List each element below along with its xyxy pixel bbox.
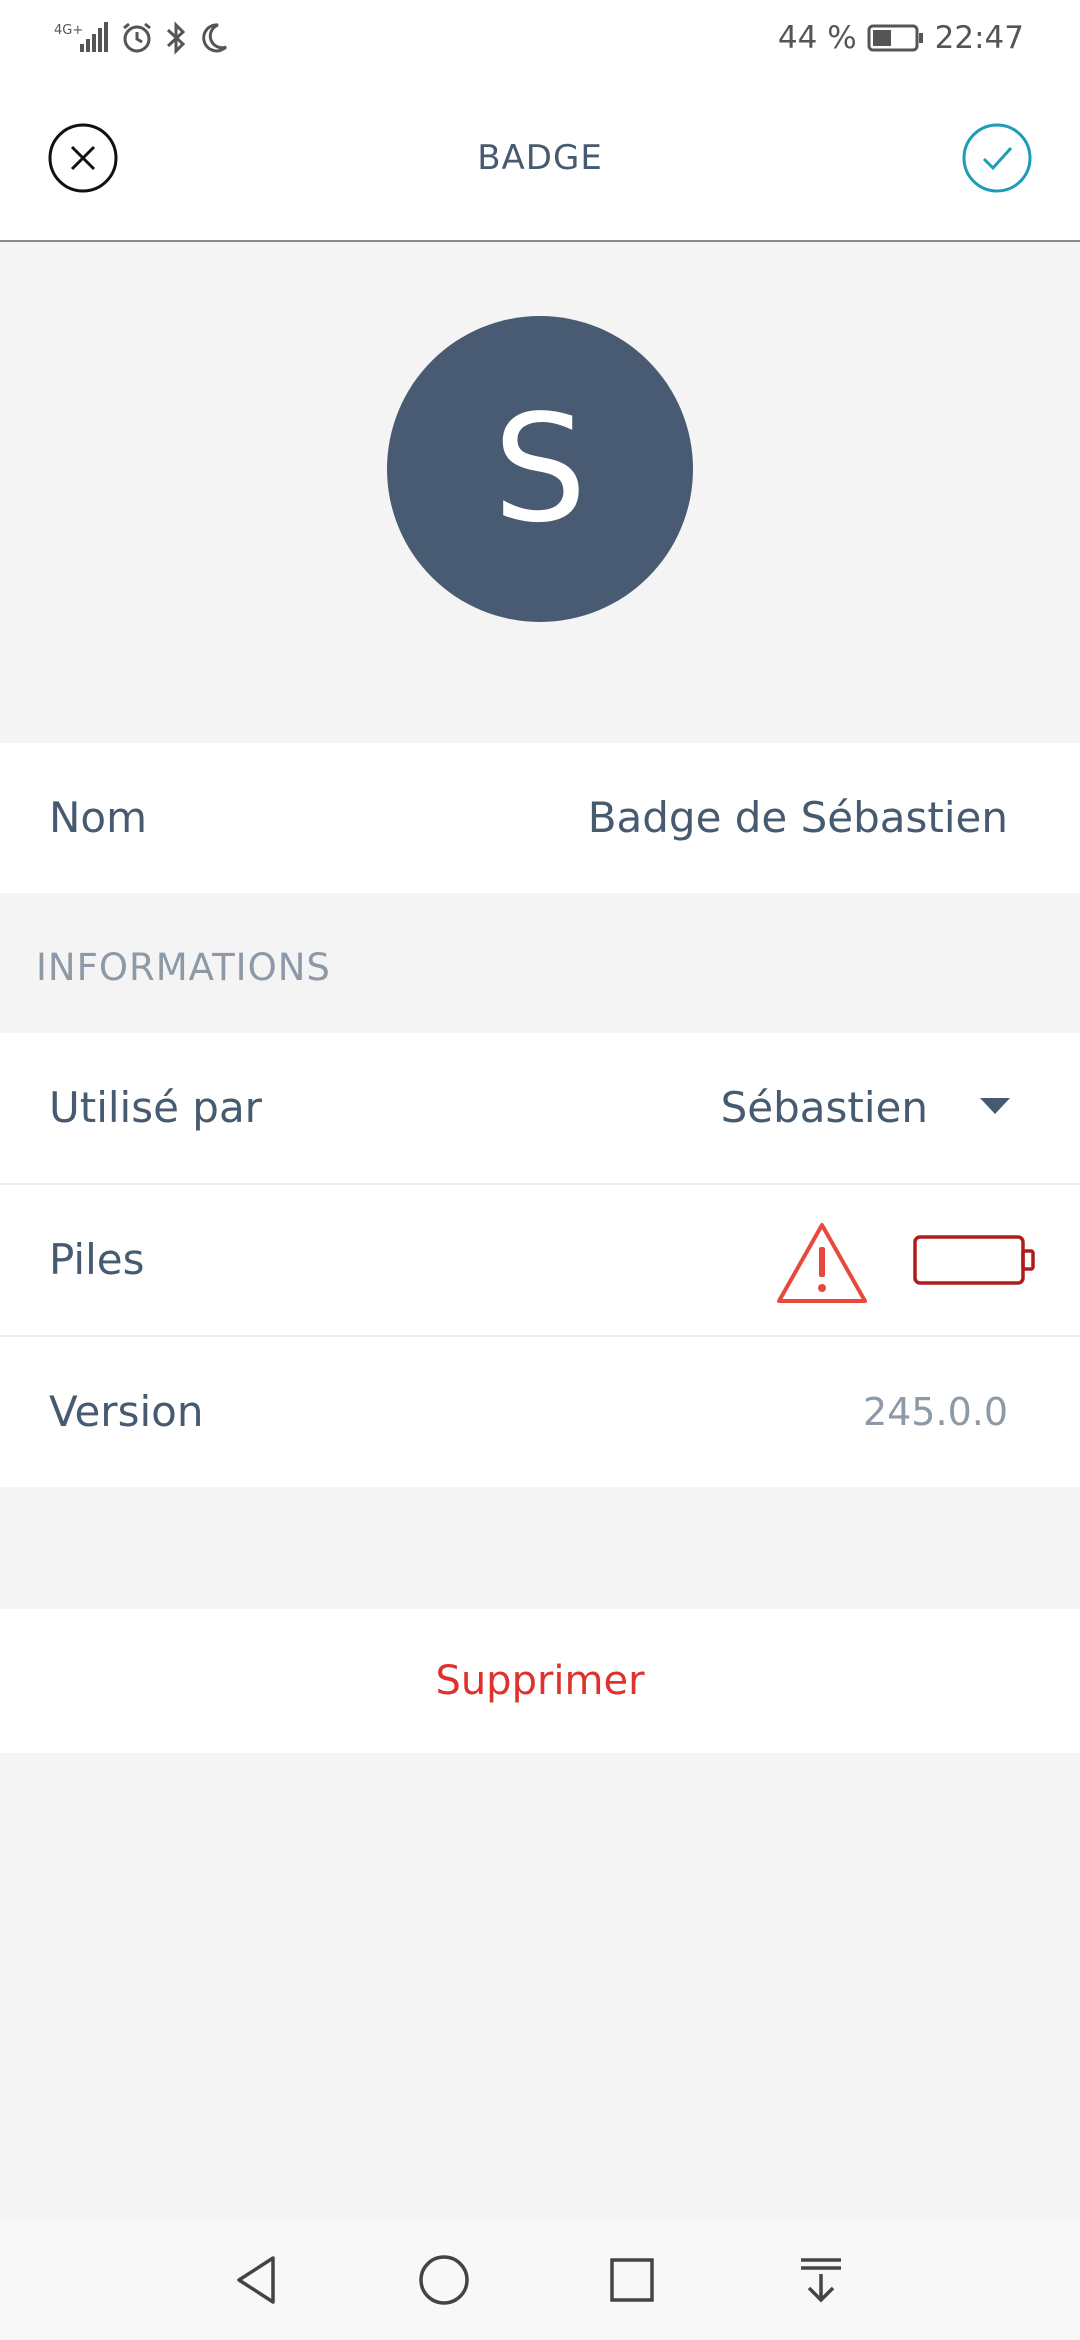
- delete-row[interactable]: Supprimer: [0, 1609, 1080, 1753]
- notifications-pull-icon[interactable]: [791, 2250, 851, 2310]
- network-type: 4G+: [54, 23, 83, 38]
- home-icon[interactable]: [414, 2250, 474, 2310]
- warning-icon: [777, 1223, 867, 1303]
- battery-empty-icon: [913, 1235, 1035, 1285]
- recents-icon[interactable]: [602, 2250, 662, 2310]
- clock: 22:47: [934, 20, 1024, 56]
- check-icon: [962, 123, 1032, 193]
- version-row: Version 245.0.0: [0, 1337, 1080, 1487]
- battery-icon: [867, 24, 923, 52]
- version-label: Version: [49, 1387, 204, 1436]
- used-by-label: Utilisé par: [49, 1083, 262, 1132]
- avatar-initial: S: [493, 383, 587, 555]
- system-nav-bar: [0, 2220, 1080, 2340]
- status-left-icons: 4G+: [54, 18, 230, 58]
- name-label: Nom: [49, 793, 148, 842]
- version-value: 245.0.0: [862, 1390, 1008, 1434]
- page-title: BADGE: [477, 138, 603, 178]
- name-value[interactable]: Badge de Sébastien: [588, 743, 1008, 893]
- app-bar: BADGE: [0, 72, 1080, 242]
- back-icon[interactable]: [227, 2250, 287, 2310]
- used-by-value[interactable]: Sébastien: [721, 1033, 928, 1183]
- status-bar: 4G+ 44 % 22:47: [0, 0, 1080, 72]
- informations-header: INFORMATIONS: [36, 946, 331, 989]
- signal-icon: 4G+: [54, 22, 108, 52]
- batteries-row: Piles: [0, 1185, 1080, 1335]
- delete-button[interactable]: Supprimer: [0, 1609, 1080, 1753]
- battery-percent: 44 %: [777, 20, 857, 56]
- moon-icon: [202, 23, 228, 53]
- bluetooth-icon: [166, 21, 186, 55]
- caret-down-icon[interactable]: [978, 1096, 1012, 1118]
- status-right: 44 % 22:47: [778, 18, 1024, 58]
- used-by-row[interactable]: Utilisé par Sébastien: [0, 1033, 1080, 1183]
- avatar[interactable]: S: [387, 316, 693, 622]
- batteries-label: Piles: [49, 1235, 145, 1284]
- alarm-icon: [123, 22, 151, 53]
- name-row[interactable]: Nom Badge de Sébastien: [0, 743, 1080, 893]
- confirm-button[interactable]: [961, 122, 1033, 194]
